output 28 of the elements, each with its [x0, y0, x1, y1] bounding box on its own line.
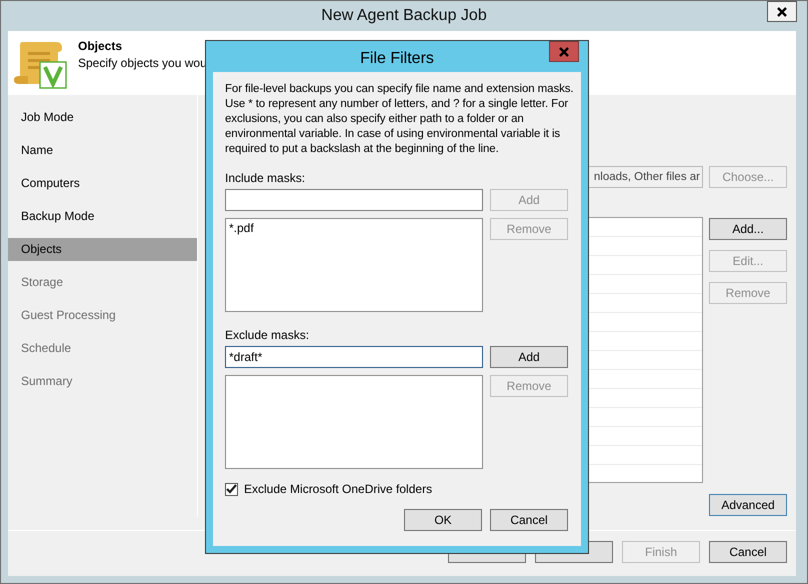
wizard-step[interactable]: Computers: [8, 172, 197, 195]
checkbox-label: Exclude Microsoft OneDrive folders: [244, 482, 432, 496]
advanced-button[interactable]: Advanced: [709, 494, 787, 516]
wizard-step[interactable]: Objects: [8, 238, 197, 261]
wizard-step[interactable]: Job Mode: [8, 106, 197, 129]
wizard-step[interactable]: Name: [8, 139, 197, 162]
wizard-step[interactable]: Backup Mode: [8, 205, 197, 228]
add-button[interactable]: Add: [490, 346, 568, 368]
add-button[interactable]: Add...: [709, 218, 787, 240]
dialog-title: File Filters: [360, 49, 434, 69]
field-label: Include masks:: [225, 171, 306, 186]
checkbox[interactable]: [225, 482, 238, 496]
scroll-check-icon: [14, 42, 68, 90]
list-item[interactable]: *.pdf: [229, 221, 479, 236]
mask-list[interactable]: [225, 375, 483, 469]
close-button[interactable]: [767, 1, 797, 22]
window-title: New Agent Backup Job: [321, 6, 487, 26]
cancel-button[interactable]: Cancel: [490, 509, 568, 531]
page-title: Objects: [78, 39, 124, 53]
cancel-button[interactable]: Cancel: [709, 541, 787, 563]
mask-input[interactable]: [225, 189, 483, 211]
description-text: For file-level backups you can specify file name and extension masks. Use * to represent any number of letters, and ? for a single letter. For exclusions, you can also specify either path to a folder or an environmental variable. In case of using environmental variable it is required to put a backslash at the beginning of the line.: [225, 82, 574, 157]
field-label: Exclude masks:: [225, 328, 310, 343]
mask-input[interactable]: *draft*: [225, 346, 483, 368]
mask-list[interactable]: *.pdf: [225, 218, 483, 312]
ok-button[interactable]: OK: [404, 509, 482, 531]
close-icon: [776, 6, 788, 16]
close-icon: [558, 46, 570, 56]
